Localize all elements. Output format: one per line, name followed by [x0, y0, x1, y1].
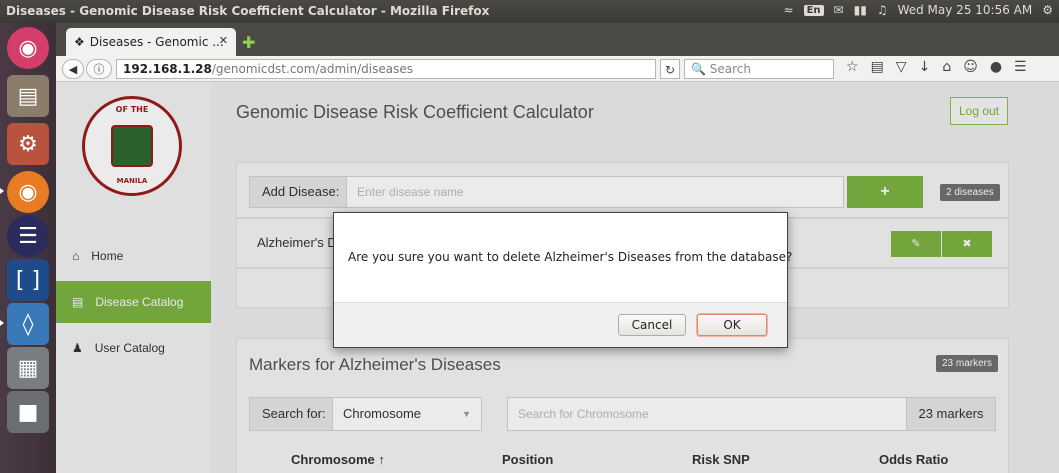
virtualbox-icon[interactable]: ◊ [7, 303, 49, 345]
ok-button[interactable]: OK [697, 314, 767, 336]
chat-icon[interactable]: ☺ [963, 59, 978, 75]
keyboard-layout[interactable]: En [803, 4, 824, 16]
workspace-switcher-icon[interactable]: ■ [7, 391, 49, 433]
new-tab-icon[interactable]: ✚ [242, 33, 255, 52]
download-icon[interactable]: ↓ [919, 59, 931, 75]
top-panel: Diseases - Genomic Disease Risk Coeffici… [0, 0, 1059, 23]
wifi-icon[interactable]: ≈ [784, 3, 794, 17]
settings-gear-icon[interactable]: ⚙ [1042, 3, 1053, 17]
pocket-icon[interactable]: ▽ [896, 59, 907, 75]
window-title: Diseases - Genomic Disease Risk Coeffici… [6, 4, 490, 18]
url-host: 192.168.1.28 [123, 62, 212, 76]
dialog-footer: Cancel OK [334, 302, 787, 347]
search-placeholder: Search [709, 62, 751, 76]
url-path: /genomicdst.com/admin/diseases [211, 62, 413, 76]
brackets-icon[interactable]: [ ] [7, 259, 49, 301]
reading-list-icon[interactable]: ▤ [871, 59, 884, 75]
calculator-icon[interactable]: ▦ [7, 347, 49, 389]
eclipse-icon[interactable]: ☰ [7, 215, 49, 257]
close-tab-icon[interactable]: ✕ [219, 34, 228, 47]
tab-title: Diseases - Genomic ... [89, 35, 224, 49]
dash-icon[interactable]: ◉ [7, 27, 49, 69]
clock[interactable]: Wed May 25 10:56 AM [898, 3, 1033, 17]
firefox-icon[interactable]: ◉ [7, 171, 49, 213]
home-browser-icon[interactable]: ⌂ [942, 59, 951, 75]
files-icon[interactable]: ▤ [7, 75, 49, 117]
menu-icon[interactable]: ☰ [1014, 59, 1027, 75]
battery-icon[interactable]: ▮▮ [854, 3, 867, 17]
bookmark-star-icon[interactable]: ☆ [846, 59, 859, 75]
nav-bar: ◀ ⓘ 192.168.1.28/genomicdst.com/admin/di… [56, 56, 1059, 82]
volume-icon[interactable]: ♫ [877, 3, 888, 17]
browser-tab[interactable]: ❖ Diseases - Genomic ... ✕ [66, 28, 236, 56]
tab-bar: ❖ Diseases - Genomic ... ✕ ✚ [56, 23, 1059, 56]
toolbar-icons: ☆ ▤ ▽ ↓ ⌂ ☺ ● ☰ [846, 59, 1027, 75]
url-bar[interactable]: 192.168.1.28/genomicdst.com/admin/diseas… [116, 59, 656, 79]
confirm-delete-dialog: Are you sure you want to delete Alzheime… [333, 212, 792, 348]
extension-icon[interactable]: ● [990, 59, 1002, 75]
system-settings-icon[interactable]: ⚙ [7, 123, 49, 165]
back-button[interactable]: ◀ [62, 59, 84, 79]
dna-favicon-icon: ❖ [74, 35, 85, 49]
reload-icon[interactable]: ↻ [660, 59, 680, 79]
search-bar[interactable]: 🔍 Search [684, 59, 834, 79]
dialog-message: Are you sure you want to delete Alzheime… [348, 250, 793, 264]
info-icon[interactable]: ⓘ [86, 59, 112, 79]
cancel-button[interactable]: Cancel [618, 314, 686, 336]
mail-icon[interactable]: ✉ [834, 3, 844, 17]
running-indicator [0, 188, 4, 194]
system-tray: ≈ En ✉ ▮▮ ♫ Wed May 25 10:56 AM ⚙ [784, 3, 1053, 17]
launcher: ◉ ▤ ⚙ ◉ ☰ [ ] ◊ ▦ ■ [0, 23, 56, 473]
running-indicator [0, 320, 4, 326]
